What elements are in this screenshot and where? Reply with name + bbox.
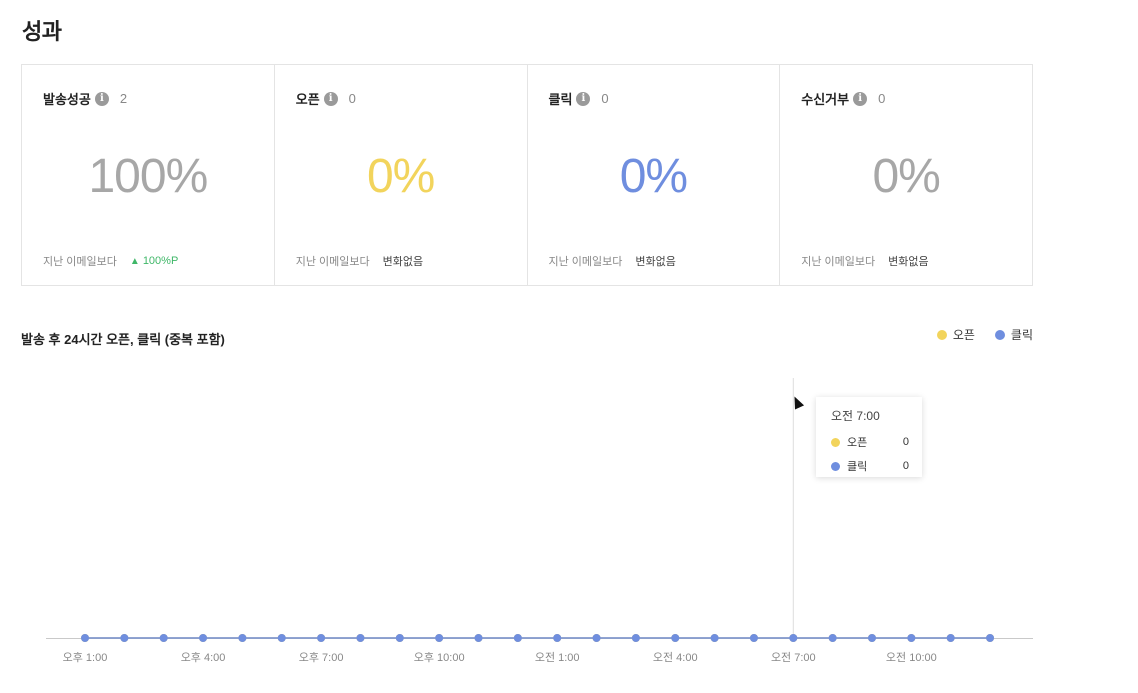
card-label: 클릭 bbox=[548, 92, 573, 107]
change-value: ▲ 100%P bbox=[130, 255, 178, 267]
card-open: 오픈 i 0 0% 지난 이메일보다 변화없음 bbox=[275, 65, 528, 285]
triangle-up-icon: ▲ bbox=[129, 256, 140, 267]
x-tick-label: 오후 10:00 bbox=[414, 651, 465, 664]
data-point bbox=[710, 634, 719, 642]
compare-label: 지난 이메일보다 bbox=[548, 256, 623, 268]
data-point bbox=[317, 634, 326, 642]
chart-tooltip: 오전 7:00 오픈 0 클릭 0 bbox=[816, 397, 922, 477]
card-count: 0 bbox=[601, 91, 609, 106]
legend-label: 오픈 bbox=[952, 328, 975, 342]
card-percent: 100% bbox=[88, 150, 208, 203]
line-chart[interactable]: 오후 1:00 오후 4:00 오후 7:00 오후 10:00 오전 1:00 오전 4… bbox=[0, 360, 1138, 693]
card-header: 발송성공 i 2 bbox=[43, 89, 127, 108]
tooltip-dot bbox=[831, 461, 840, 471]
card-unsubscribe: 수신거부 i 0 0% 지난 이메일보다 변화없음 bbox=[780, 65, 1032, 285]
data-point bbox=[789, 634, 798, 642]
tooltip-row-click: 클릭 0 bbox=[831, 458, 909, 474]
card-label: 오픈 bbox=[295, 92, 320, 107]
legend-item-click[interactable]: 클릭 bbox=[994, 326, 1033, 343]
data-point bbox=[277, 634, 286, 642]
card-percent: 0% bbox=[619, 150, 688, 203]
tooltip-value: 0 bbox=[902, 436, 909, 448]
tooltip-time: 오전 7:00 bbox=[831, 409, 880, 423]
card-count: 0 bbox=[348, 91, 356, 106]
card-header: 클릭 i 0 bbox=[549, 89, 609, 108]
data-point bbox=[238, 634, 247, 642]
data-point bbox=[356, 634, 365, 642]
tooltip-label: 클릭 bbox=[847, 461, 868, 473]
data-point bbox=[946, 634, 955, 642]
info-icon[interactable]: i bbox=[323, 91, 338, 106]
x-tick-label: 오전 10:00 bbox=[886, 651, 937, 664]
tooltip-dot bbox=[831, 437, 840, 447]
page-title: 성과 bbox=[22, 19, 62, 44]
change-value: 변화없음 bbox=[888, 256, 929, 268]
data-point bbox=[81, 634, 89, 642]
legend-dot bbox=[994, 329, 1005, 340]
x-tick-label: 오후 4:00 bbox=[181, 651, 226, 664]
chart-title: 발송 후 24시간 오픈, 클릭 (중복 포함) bbox=[21, 332, 225, 347]
x-tick-label: 오후 1:00 bbox=[63, 651, 108, 664]
change-text: 100%P bbox=[142, 255, 179, 267]
info-icon[interactable]: i bbox=[576, 91, 591, 106]
info-icon[interactable]: i bbox=[853, 91, 868, 106]
card-count: 0 bbox=[878, 91, 886, 106]
data-point bbox=[513, 634, 522, 642]
data-point bbox=[435, 634, 444, 642]
data-point bbox=[868, 634, 876, 642]
data-point bbox=[199, 634, 208, 642]
legend-item-open[interactable]: 오픈 bbox=[936, 326, 975, 343]
data-point bbox=[631, 634, 640, 642]
tooltip-label: 오픈 bbox=[847, 437, 868, 449]
card-sent-success: 발송성공 i 2 100% 지난 이메일보다 ▲ 100%P bbox=[22, 65, 275, 285]
x-tick-label: 오전 1:00 bbox=[535, 651, 580, 664]
x-tick-label: 오전 7:00 bbox=[771, 651, 816, 664]
card-footer: 지난 이메일보다 변화없음 bbox=[801, 253, 928, 269]
data-point bbox=[907, 634, 916, 642]
tooltip-value: 0 bbox=[902, 460, 909, 472]
data-point bbox=[553, 634, 562, 642]
legend-label: 클릭 bbox=[1010, 328, 1033, 342]
card-footer: 지난 이메일보다 변화없음 bbox=[296, 253, 423, 269]
data-point bbox=[474, 634, 483, 642]
change-value: 변화없음 bbox=[382, 256, 424, 268]
data-point bbox=[120, 634, 129, 642]
card-click: 클릭 i 0 0% 지난 이메일보다 변화없음 bbox=[528, 65, 781, 285]
info-icon[interactable]: i bbox=[94, 91, 109, 106]
data-point bbox=[159, 634, 168, 642]
data-point bbox=[592, 634, 601, 642]
legend-dot bbox=[936, 329, 947, 340]
card-count: 2 bbox=[119, 91, 128, 106]
data-point bbox=[671, 634, 680, 642]
card-footer: 지난 이메일보다 변화없음 bbox=[549, 253, 676, 269]
chart-legend: 오픈 클릭 bbox=[917, 326, 1033, 343]
card-footer: 지난 이메일보다 ▲ 100%P bbox=[43, 253, 178, 269]
card-header: 수신거부 i 0 bbox=[801, 89, 885, 108]
data-point bbox=[828, 634, 837, 642]
compare-label: 지난 이메일보다 bbox=[43, 256, 117, 268]
card-percent: 0% bbox=[366, 150, 435, 203]
card-header: 오픈 i 0 bbox=[296, 89, 356, 108]
data-point bbox=[395, 634, 404, 642]
x-tick-label: 오전 4:00 bbox=[653, 651, 698, 664]
data-point bbox=[986, 634, 995, 642]
tooltip-row-open: 오픈 0 bbox=[831, 434, 909, 450]
data-point bbox=[749, 634, 758, 642]
compare-label: 지난 이메일보다 bbox=[295, 256, 370, 268]
change-value: 변화없음 bbox=[635, 256, 676, 268]
card-percent: 0% bbox=[872, 150, 940, 203]
x-tick-label: 오후 7:00 bbox=[299, 651, 344, 664]
compare-label: 지난 이메일보다 bbox=[801, 256, 876, 268]
card-label: 수신거부 bbox=[801, 92, 850, 107]
card-label: 발송성공 bbox=[43, 92, 91, 107]
stats-cards: 발송성공 i 2 100% 지난 이메일보다 ▲ 100%P 오픈 i 0 0% … bbox=[21, 64, 1033, 286]
